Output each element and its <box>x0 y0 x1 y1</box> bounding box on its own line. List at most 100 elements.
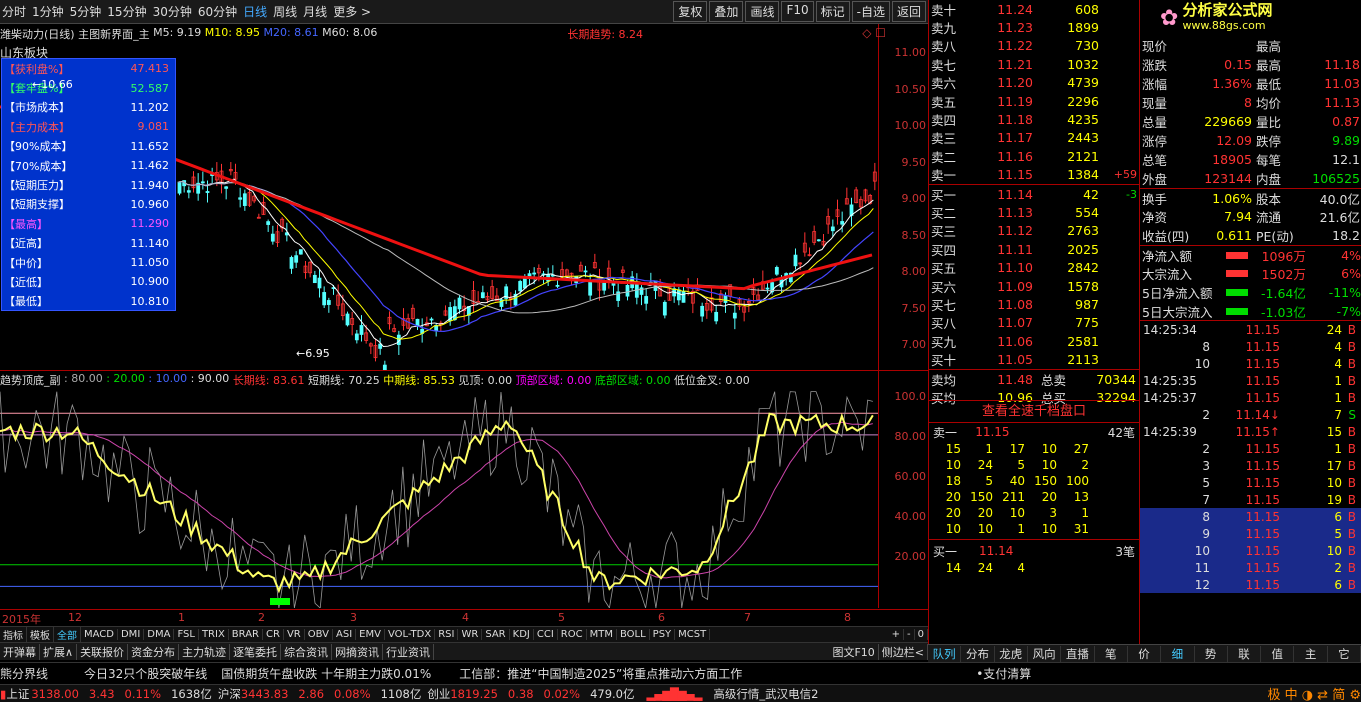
tick-row[interactable]: 14:25:37 11.15 1 B <box>1140 389 1361 406</box>
tick-row[interactable]: 14:25:35 11.15 1 B <box>1140 372 1361 389</box>
order-book-row[interactable]: 卖九 11.23 1899 <box>929 18 1139 36</box>
tool-button-2[interactable]: 画线 <box>745 1 780 22</box>
chart-ctrl-1[interactable]: - <box>904 629 915 640</box>
tick-row[interactable]: 7 11.15 19 B <box>1140 491 1361 508</box>
news-item[interactable]: 今日32只个股突破年线 <box>84 665 207 682</box>
indicator-tab-22[interactable]: BOLL <box>617 629 650 640</box>
chart-opt-1[interactable]: 侧边栏< <box>879 643 928 660</box>
order-book-row[interactable]: 买六 11.09 1578 <box>929 277 1139 295</box>
period-tab-1[interactable]: 1分钟 <box>32 3 64 20</box>
order-book-row[interactable]: 买二 11.13 554 <box>929 203 1139 221</box>
right-tab-8[interactable]: 势 <box>1195 645 1228 662</box>
indicator-chart[interactable] <box>0 370 878 608</box>
func-tab-4[interactable]: 主力轨迹 <box>179 643 231 660</box>
order-book-row[interactable]: 卖三 11.17 2443 <box>929 129 1139 147</box>
indicator-tab-16[interactable]: WR <box>458 629 483 640</box>
tick-list[interactable]: 14:25:34 11.15 24 B 8 11.15 4 B 10 11.15 4 B 14:25:3… <box>1139 320 1361 645</box>
indicator-tab-11[interactable]: OBV <box>305 629 333 640</box>
order-book-row[interactable]: 买一 11.14 42 -3 <box>929 185 1139 203</box>
func-tab-8[interactable]: 行业资讯 <box>383 643 435 660</box>
indicator-tab-14[interactable]: VOL-TDX <box>385 629 436 640</box>
indicator-tab-21[interactable]: MTM <box>587 629 617 640</box>
order-book-row[interactable]: 买四 11.11 2025 <box>929 240 1139 258</box>
order-book-row[interactable]: 卖五 11.19 2296 <box>929 92 1139 110</box>
period-tab-5[interactable]: 60分钟 <box>198 3 237 20</box>
order-book-row[interactable]: 卖八 11.22 730 <box>929 37 1139 55</box>
indicator-tab-0[interactable]: 指标 <box>0 627 27 642</box>
tool-button-3[interactable]: F10 <box>781 1 814 22</box>
news-item[interactable]: •支付清算 <box>976 665 1031 682</box>
tick-row[interactable]: 10 11.15 10 B <box>1140 542 1361 559</box>
func-tab-7[interactable]: 网摘资讯 <box>332 643 384 660</box>
func-tab-2[interactable]: 关联报价 <box>77 643 129 660</box>
indicator-tab-3[interactable]: MACD <box>81 629 118 640</box>
right-tab-9[interactable]: 联 <box>1228 645 1262 662</box>
indicator-tab-12[interactable]: ASI <box>333 629 357 640</box>
tool-button-1[interactable]: 叠加 <box>709 1 744 22</box>
indicator-tab-20[interactable]: ROC <box>558 629 587 640</box>
indicator-tab-5[interactable]: DMA <box>144 629 175 640</box>
indicator-tab-2[interactable]: 全部 <box>54 627 81 642</box>
period-tab-3[interactable]: 15分钟 <box>107 3 146 20</box>
func-tab-3[interactable]: 资金分布 <box>128 643 180 660</box>
deep-book-link[interactable]: 查看全速千档盘口 <box>929 401 1139 423</box>
func-tab-0[interactable]: 开弹幕 <box>0 643 40 660</box>
tool-button-4[interactable]: 标记 <box>815 1 850 22</box>
order-book-row[interactable]: 卖二 11.16 2121 <box>929 147 1139 165</box>
tool-button-0[interactable]: 复权 <box>673 1 708 22</box>
right-tab-0[interactable]: 队列 <box>928 645 962 662</box>
indicator-tab-13[interactable]: EMV <box>356 629 385 640</box>
tick-row[interactable]: 2 11.15 1 B <box>1140 440 1361 457</box>
func-tab-5[interactable]: 逐笔委托 <box>230 643 282 660</box>
tick-row[interactable]: 9 11.15 5 B <box>1140 525 1361 542</box>
period-tab-7[interactable]: 周线 <box>273 3 297 20</box>
indicator-tab-24[interactable]: MCST <box>675 629 711 640</box>
tool-button-5[interactable]: -自选 <box>851 1 890 22</box>
period-tab-8[interactable]: 月线 <box>303 3 327 20</box>
right-tab-5[interactable]: 笔 <box>1095 645 1128 662</box>
chart-opt-0[interactable]: 图文F10 <box>829 643 879 660</box>
period-tab-6[interactable]: 日线 <box>243 3 267 20</box>
right-tab-11[interactable]: 主 <box>1294 645 1328 662</box>
tick-row[interactable]: 8 11.15 6 B <box>1140 508 1361 525</box>
tick-row[interactable]: 14:25:34 11.15 24 B <box>1140 321 1361 338</box>
right-tab-3[interactable]: 风向 <box>1028 645 1062 662</box>
tick-row[interactable]: 8 11.15 4 B <box>1140 338 1361 355</box>
right-tab-1[interactable]: 分布 <box>961 645 995 662</box>
tool-button-6[interactable]: 返回 <box>891 1 926 22</box>
indicator-tab-18[interactable]: KDJ <box>510 629 534 640</box>
indicator-tab-15[interactable]: RSI <box>435 629 459 640</box>
chart-ctrl-2[interactable]: 0 <box>915 629 928 640</box>
server-status[interactable]: 高级行情_武汉电信2 <box>713 686 818 702</box>
indicator-tab-23[interactable]: PSY <box>650 629 676 640</box>
hs-name[interactable]: 沪深 <box>218 686 241 702</box>
tick-row[interactable]: 3 11.15 17 B <box>1140 457 1361 474</box>
indicator-tab-7[interactable]: TRIX <box>199 629 229 640</box>
right-tab-10[interactable]: 值 <box>1261 645 1295 662</box>
tray-icons[interactable]: 极 中 ◑ ⇄ 简 ⚙ <box>1267 684 1361 702</box>
period-tab-2[interactable]: 5分钟 <box>70 3 102 20</box>
period-tab-0[interactable]: 分时 <box>2 3 26 20</box>
tick-row[interactable]: 14:25:39 11.15↑ 15 B <box>1140 423 1361 440</box>
indicator-tab-1[interactable]: 模板 <box>27 627 54 642</box>
period-tab-4[interactable]: 30分钟 <box>153 3 192 20</box>
order-book-row[interactable]: 卖四 11.18 4235 <box>929 110 1139 128</box>
order-book-row[interactable]: 卖一 11.15 1384 +59 <box>929 166 1139 184</box>
cy-name[interactable]: 创业 <box>427 686 450 702</box>
tick-row[interactable]: 2 11.14↓ 7 S <box>1140 406 1361 423</box>
func-tab-6[interactable]: 综合资讯 <box>281 643 333 660</box>
func-tab-1[interactable]: 扩展∧ <box>40 643 78 660</box>
right-tab-4[interactable]: 直播 <box>1061 645 1095 662</box>
order-book-row[interactable]: 卖六 11.20 4739 <box>929 74 1139 92</box>
tick-row[interactable]: 10 11.15 4 B <box>1140 355 1361 372</box>
tick-row[interactable]: 5 11.15 10 B <box>1140 474 1361 491</box>
news-item[interactable]: 工信部：推进“中国制造2025”将重点推动六方面工作 <box>459 665 742 682</box>
order-book-row[interactable]: 买八 11.07 775 <box>929 314 1139 332</box>
indicator-tab-10[interactable]: VR <box>284 629 305 640</box>
collapse-icon[interactable]: ◇ ☐ <box>862 26 886 40</box>
order-book-row[interactable]: 买九 11.06 2581 <box>929 332 1139 350</box>
order-book-row[interactable]: 买七 11.08 987 <box>929 295 1139 313</box>
indicator-tab-4[interactable]: DMI <box>118 629 145 640</box>
chart-ctrl-0[interactable]: + <box>889 629 905 640</box>
sh-name[interactable]: 上证 <box>6 686 29 702</box>
